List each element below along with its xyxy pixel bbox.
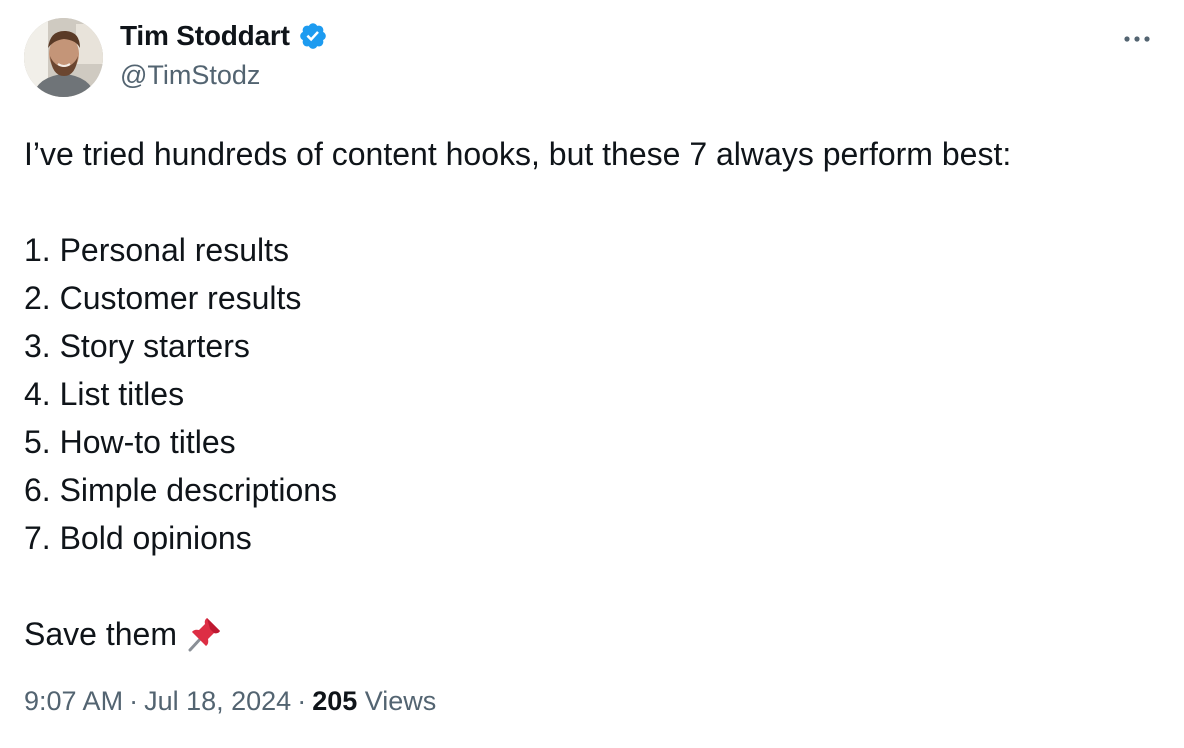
tweet-outro-line: Save them — [24, 610, 1154, 666]
list-item: 1. Personal results — [24, 232, 290, 268]
verified-badge-icon[interactable] — [298, 21, 328, 51]
more-options-icon — [1124, 36, 1150, 42]
author-name-row: Tim Stoddart — [120, 20, 328, 52]
views-label: Views — [364, 686, 437, 716]
tweet-date[interactable]: Jul 18, 2024 — [144, 686, 291, 716]
tweet-intro: I’ve tried hundreds of content hooks, bu… — [24, 136, 1012, 172]
more-options-button[interactable] — [1118, 24, 1156, 54]
views-count: 205 — [312, 686, 358, 716]
tweet-meta: 9:07 AM · Jul 18, 2024 · 205 Views — [24, 686, 436, 717]
separator: · — [297, 686, 307, 716]
separator: · — [129, 686, 139, 716]
pushpin-icon — [185, 613, 225, 666]
avatar-image — [24, 18, 103, 97]
list-item: 2. Customer results — [24, 280, 302, 316]
author-handle[interactable]: @TimStodz — [120, 60, 260, 91]
tweet-outro: Save them — [24, 616, 177, 652]
tweet-text: I’ve tried hundreds of content hooks, bu… — [24, 130, 1154, 666]
list-item: 6. Simple descriptions — [24, 472, 338, 508]
avatar[interactable] — [24, 18, 103, 97]
tweet-time[interactable]: 9:07 AM — [24, 686, 123, 716]
author-name[interactable]: Tim Stoddart — [120, 20, 290, 52]
list-item: 3. Story starters — [24, 328, 250, 364]
list-item: 7. Bold opinions — [24, 520, 252, 556]
list-item: 5. How-to titles — [24, 424, 236, 460]
list-item: 4. List titles — [24, 376, 185, 412]
